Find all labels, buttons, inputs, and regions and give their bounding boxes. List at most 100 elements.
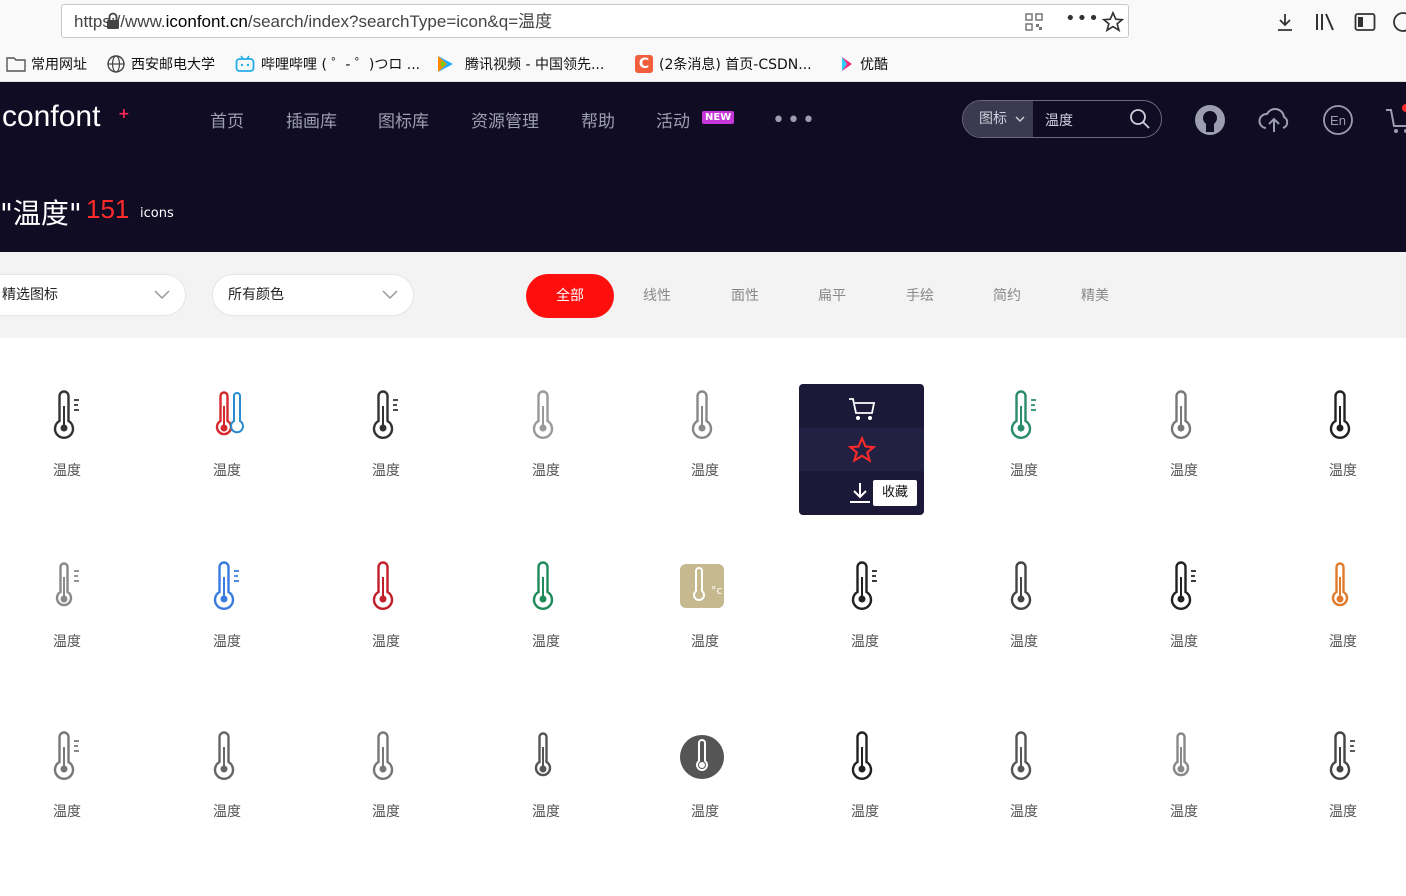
cart-icon[interactable] xyxy=(1384,104,1406,136)
cloud-upload-icon[interactable] xyxy=(1258,104,1290,136)
style-tab-handdrawn[interactable]: 手绘 xyxy=(889,274,951,318)
thermometer-icon xyxy=(53,731,79,780)
thermometer-icon xyxy=(1329,731,1355,780)
icon-card[interactable]: 温度 xyxy=(3,541,123,671)
icon-card[interactable]: 温度 xyxy=(801,541,921,671)
thermometer-icon xyxy=(1331,562,1349,607)
search-input[interactable]: 温度 xyxy=(1045,110,1073,130)
search-type-select[interactable]: 图标 xyxy=(963,101,1033,137)
icon-card[interactable]: 温度 xyxy=(163,541,283,671)
icon-label: 温度 xyxy=(1329,804,1357,820)
sidebar-icon[interactable] xyxy=(1354,12,1376,32)
icon-card[interactable]: 温度 xyxy=(482,711,602,841)
icon-label: 温度 xyxy=(532,463,560,479)
browser-toolbar: https://www.iconfont.cn/search/index?sea… xyxy=(0,0,1406,44)
account-icon[interactable] xyxy=(1392,11,1406,33)
bookmark-item[interactable]: C (2条消息) 首页-CSDN... xyxy=(635,54,812,74)
nav-activities[interactable]: 活动 xyxy=(656,107,690,132)
bookmark-item[interactable]: 常用网址 xyxy=(6,54,87,74)
icon-card[interactable]: 温度 xyxy=(163,711,283,841)
icon-card[interactable]: °c 温度 xyxy=(641,541,761,671)
thermometer-icon xyxy=(213,561,239,610)
icon-card[interactable]: 温度 xyxy=(1120,370,1240,500)
icon-card[interactable]: 温度 xyxy=(960,711,1080,841)
bilibili-icon xyxy=(235,55,255,72)
nav-home[interactable]: 首页 xyxy=(210,107,244,132)
download-icon[interactable] xyxy=(1275,12,1295,32)
bookmark-item[interactable]: 哔哩哔哩 ( ゜- ゜)つロ ... xyxy=(235,54,420,74)
icon-label: 温度 xyxy=(1329,463,1357,479)
more-icon[interactable]: ••• xyxy=(772,108,817,133)
thermometer-icon xyxy=(851,561,877,610)
icon-label: 温度 xyxy=(1010,634,1038,650)
thermometer-icon xyxy=(213,731,235,780)
svg-text:En: En xyxy=(1330,113,1346,128)
thermometer-icon xyxy=(215,391,244,436)
thermometer-icon xyxy=(372,390,398,439)
icon-card[interactable]: 温度 xyxy=(163,370,283,500)
csdn-icon: C xyxy=(635,55,653,73)
thermometer-icon xyxy=(532,390,554,439)
icon-card[interactable]: 温度 xyxy=(641,711,761,841)
thermometer-icon xyxy=(534,732,552,777)
style-tab-flat[interactable]: 扁平 xyxy=(801,274,863,318)
nav-illustrations[interactable]: 插画库 xyxy=(286,107,337,132)
search-icon[interactable] xyxy=(1129,108,1151,130)
icon-card[interactable]: 温度 xyxy=(482,541,602,671)
icon-card[interactable]: 温度 xyxy=(322,541,442,671)
qr-code-icon[interactable] xyxy=(1025,13,1043,31)
nav-icon-library[interactable]: 图标库 xyxy=(378,107,429,132)
thermometer-icon xyxy=(372,731,394,780)
style-tab-simple[interactable]: 简约 xyxy=(976,274,1038,318)
icon-card[interactable]: 温度 xyxy=(641,370,761,500)
icon-label: 温度 xyxy=(851,804,879,820)
icon-card[interactable]: 温度 xyxy=(960,541,1080,671)
icon-card[interactable]: 温度 xyxy=(960,370,1080,500)
thermometer-icon xyxy=(1170,561,1196,610)
icon-card[interactable]: 温度 xyxy=(1120,541,1240,671)
icon-card[interactable]: 温度 xyxy=(482,370,602,500)
nav-resource-management[interactable]: 资源管理 xyxy=(471,107,539,132)
icon-card[interactable]: 温度 xyxy=(1120,711,1240,841)
github-icon[interactable] xyxy=(1194,104,1226,136)
thermometer-icon xyxy=(851,731,873,780)
bookmark-item[interactable]: 优酷 xyxy=(838,54,888,74)
icon-card[interactable]: 温度 xyxy=(322,711,442,841)
icon-card[interactable]: 温度 xyxy=(1279,370,1399,500)
page-actions-icon[interactable]: ••• xyxy=(1065,8,1100,29)
nav-help[interactable]: 帮助 xyxy=(581,107,615,132)
add-to-cart-icon[interactable] xyxy=(847,396,877,422)
svg-text:°c: °c xyxy=(711,584,723,597)
download-icon[interactable] xyxy=(847,480,873,506)
style-tab-filled[interactable]: 面性 xyxy=(714,274,776,318)
thermometer-icon xyxy=(691,390,713,439)
star-collect-icon[interactable] xyxy=(847,436,877,464)
star-bookmark-icon[interactable] xyxy=(1102,11,1124,33)
youku-icon xyxy=(842,57,852,71)
collect-tooltip: 收藏 xyxy=(873,480,917,506)
icon-card[interactable]: 温度 xyxy=(3,711,123,841)
thermometer-icon xyxy=(1172,732,1190,777)
style-tab-exquisite[interactable]: 精美 xyxy=(1064,274,1126,318)
thermometer-icon xyxy=(55,562,79,607)
bookmarks-bar: 常用网址 西安邮电大学 哔哩哔哩 ( ゜- ゜)つロ ... 腾讯视频 - 中国… xyxy=(0,44,1406,82)
featured-dropdown[interactable]: 精选图标 xyxy=(0,274,186,316)
icon-label: 温度 xyxy=(1010,804,1038,820)
icon-card[interactable]: 温度 xyxy=(801,711,921,841)
icon-card[interactable]: 温度 xyxy=(1279,711,1399,841)
language-en-icon[interactable]: En xyxy=(1322,104,1354,136)
bookmark-item[interactable]: 西安邮电大学 xyxy=(106,54,215,74)
icon-card[interactable]: 温度 xyxy=(3,370,123,500)
icon-card[interactable]: 温度 xyxy=(1279,541,1399,671)
color-dropdown[interactable]: 所有颜色 xyxy=(212,274,414,316)
icon-label: 温度 xyxy=(213,804,241,820)
style-tab-linear[interactable]: 线性 xyxy=(626,274,688,318)
icon-label: 温度 xyxy=(1170,634,1198,650)
library-icon[interactable] xyxy=(1314,12,1336,32)
thermometer-icon xyxy=(1010,390,1036,439)
icon-card[interactable]: 温度 xyxy=(322,370,442,500)
style-tab-all[interactable]: 全部 xyxy=(526,274,614,318)
bookmark-item[interactable]: 腾讯视频 - 中国领先... xyxy=(435,54,604,74)
site-logo[interactable]: confont xyxy=(2,100,100,134)
url-text: https://www.iconfont.cn/search/index?sea… xyxy=(74,12,553,31)
